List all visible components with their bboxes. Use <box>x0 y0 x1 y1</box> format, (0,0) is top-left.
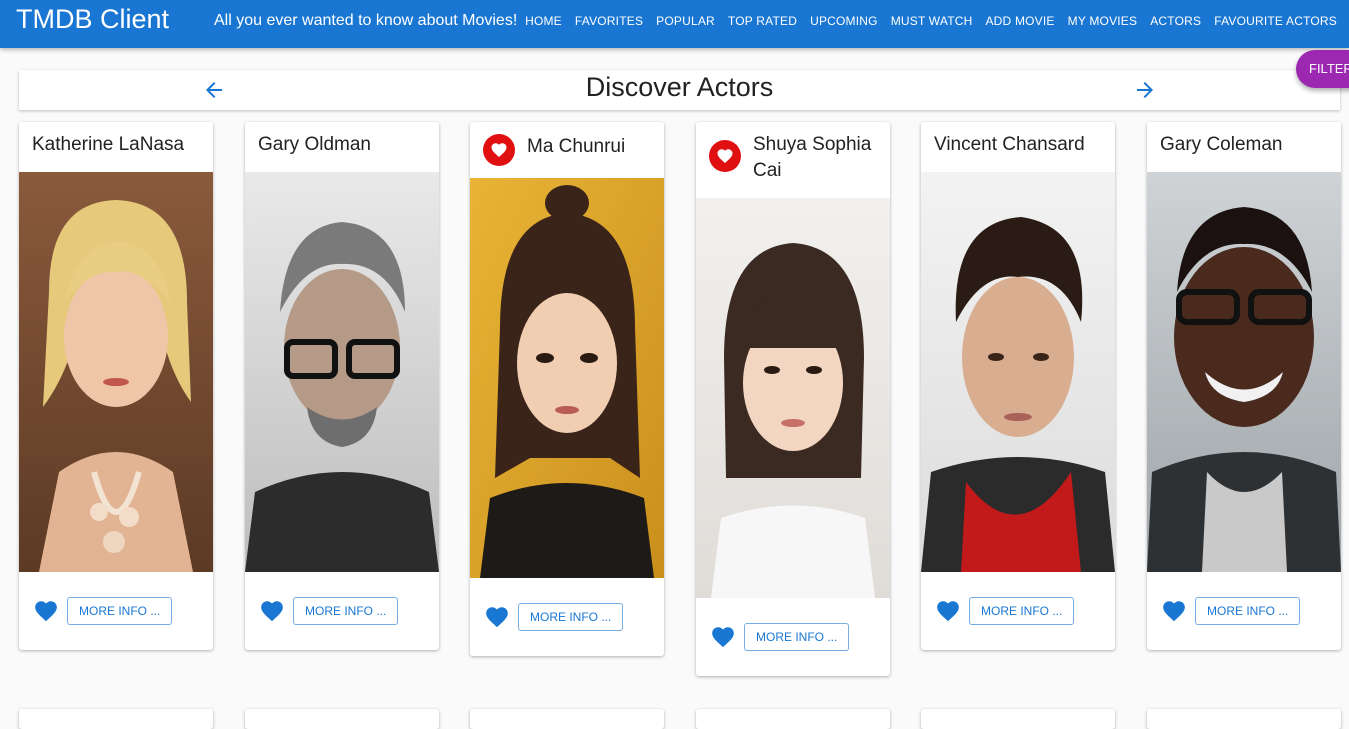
nav-upcoming[interactable]: UPCOMING <box>810 14 878 28</box>
favorite-heart-icon[interactable] <box>1161 598 1187 624</box>
favorite-badge-icon <box>709 140 741 172</box>
nav-add-movie[interactable]: ADD MOVIE <box>985 14 1054 28</box>
card-header: Katherine LaNasa <box>19 122 213 172</box>
actor-card: Gary Oldman MORE INFO ... <box>245 122 439 650</box>
actor-card-partial <box>696 709 890 729</box>
card-actions: MORE INFO ... <box>921 572 1115 650</box>
actor-card-partial <box>245 709 439 729</box>
app-title[interactable]: TMDB Client <box>16 4 169 35</box>
actor-photo <box>921 172 1115 572</box>
actor-name: Vincent Chansard <box>934 134 1085 155</box>
favorite-heart-icon[interactable] <box>935 598 961 624</box>
actor-card: Katherine LaNasa MORE INFO ... <box>19 122 213 650</box>
card-header: Vincent Chansard <box>921 122 1115 172</box>
actor-card: Vincent Chansard MORE INFO ... <box>921 122 1115 650</box>
nav-must-watch[interactable]: MUST WATCH <box>891 14 973 28</box>
actor-card: Gary Coleman MORE INFO ... <box>1147 122 1341 650</box>
actor-name: Gary Oldman <box>258 134 371 155</box>
nav-top-rated[interactable]: TOP RATED <box>728 14 797 28</box>
app-bar: TMDB Client All you ever wanted to know … <box>0 0 1349 48</box>
more-info-button[interactable]: MORE INFO ... <box>518 603 624 631</box>
favorite-heart-icon[interactable] <box>710 624 736 650</box>
main-nav: HOME FAVORITES POPULAR TOP RATED UPCOMIN… <box>512 14 1337 28</box>
actor-photo <box>19 172 213 572</box>
arrow-forward-icon[interactable] <box>1133 78 1157 102</box>
nav-my-movies[interactable]: MY MOVIES <box>1068 14 1138 28</box>
page-header: Discover Actors <box>19 70 1340 110</box>
actor-photo <box>470 178 664 578</box>
nav-home[interactable]: HOME <box>525 14 562 28</box>
favorite-heart-icon[interactable] <box>33 598 59 624</box>
card-actions: MORE INFO ... <box>470 578 664 656</box>
favorite-badge-icon <box>483 134 515 166</box>
actor-name: Gary Coleman <box>1160 134 1283 155</box>
card-actions: MORE INFO ... <box>245 572 439 650</box>
actor-name: Katherine LaNasa <box>32 134 185 155</box>
more-info-button[interactable]: MORE INFO ... <box>744 623 850 651</box>
actor-card-partial <box>470 709 664 729</box>
actor-card: Ma Chunrui MORE INFO ... <box>470 122 664 656</box>
nav-popular[interactable]: POPULAR <box>656 14 715 28</box>
app-tagline: All you ever wanted to know about Movies… <box>214 12 518 29</box>
nav-favorites[interactable]: FAVORITES <box>575 14 643 28</box>
actor-card-partial <box>1147 709 1341 729</box>
actor-name: Ma Chunrui <box>527 136 626 157</box>
favorite-heart-icon[interactable] <box>484 604 510 630</box>
actor-card-partial <box>19 709 213 729</box>
actor-photo <box>696 198 890 598</box>
actor-photo <box>1147 172 1341 572</box>
more-info-button[interactable]: MORE INFO ... <box>67 597 173 625</box>
more-info-button[interactable]: MORE INFO ... <box>293 597 399 625</box>
nav-favourite-actors[interactable]: FAVOURITE ACTORS <box>1214 14 1337 28</box>
card-header: Shuya Sophia Cai <box>696 122 890 198</box>
card-header: Gary Oldman <box>245 122 439 172</box>
favorite-heart-icon[interactable] <box>259 598 285 624</box>
more-info-button[interactable]: MORE INFO ... <box>1195 597 1301 625</box>
filter-button[interactable]: FILTER <box>1296 50 1349 88</box>
card-header: Gary Coleman <box>1147 122 1341 172</box>
card-actions: MORE INFO ... <box>696 598 890 676</box>
actor-card-partial <box>921 709 1115 729</box>
more-info-button[interactable]: MORE INFO ... <box>969 597 1075 625</box>
card-header: Ma Chunrui <box>470 122 664 178</box>
actor-name: Shuya Sophia Cai <box>753 134 872 181</box>
actor-card: Shuya Sophia Cai MORE INFO ... <box>696 122 890 676</box>
actor-photo <box>245 172 439 572</box>
card-actions: MORE INFO ... <box>1147 572 1341 650</box>
card-actions: MORE INFO ... <box>19 572 213 650</box>
nav-actors[interactable]: ACTORS <box>1150 14 1201 28</box>
